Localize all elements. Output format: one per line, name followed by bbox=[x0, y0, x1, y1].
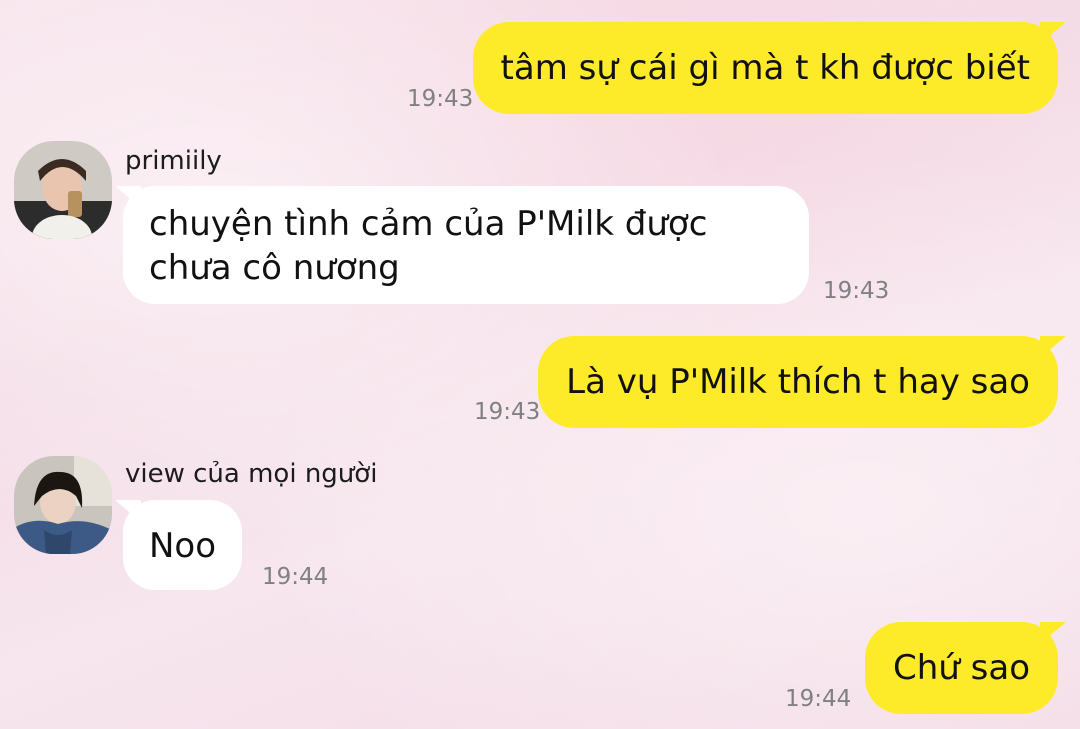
sender-name: primiily bbox=[125, 146, 222, 176]
message-timestamp: 19:43 bbox=[823, 278, 890, 304]
sender-name: view của mọi người bbox=[125, 459, 378, 489]
avatar-view-image bbox=[14, 456, 112, 554]
message-timestamp: 19:44 bbox=[262, 564, 329, 590]
chat-thread: tâm sự cái gì mà t kh được biết 19:43 pr… bbox=[0, 0, 1080, 729]
message-text-line: chưa cô nương bbox=[149, 248, 400, 288]
received-message-bubble[interactable]: Noo bbox=[123, 500, 243, 590]
message-timestamp: 19:43 bbox=[407, 86, 474, 112]
message-text-line: chuyện tình cảm của P'Milk được bbox=[149, 204, 708, 244]
sent-message-bubble[interactable]: tâm sự cái gì mà t kh được biết bbox=[472, 22, 1058, 114]
message-text: tâm sự cái gì mà t kh được biết bbox=[500, 48, 1030, 88]
received-message-bubble[interactable]: chuyện tình cảm của P'Milk được chưa cô … bbox=[123, 186, 809, 304]
message-timestamp: 19:44 bbox=[785, 686, 852, 712]
message-text: Chứ sao bbox=[893, 648, 1030, 688]
sent-message-bubble[interactable]: Chứ sao bbox=[865, 622, 1058, 714]
message-timestamp: 19:43 bbox=[474, 399, 541, 425]
sent-message-bubble[interactable]: Là vụ P'Milk thích t hay sao bbox=[538, 336, 1058, 428]
message-text: Là vụ P'Milk thích t hay sao bbox=[566, 362, 1030, 402]
avatar-primiily[interactable] bbox=[14, 141, 112, 239]
avatar-primiily-image bbox=[14, 141, 112, 239]
message-text-line: Noo bbox=[149, 526, 217, 566]
avatar-view[interactable] bbox=[14, 456, 112, 554]
